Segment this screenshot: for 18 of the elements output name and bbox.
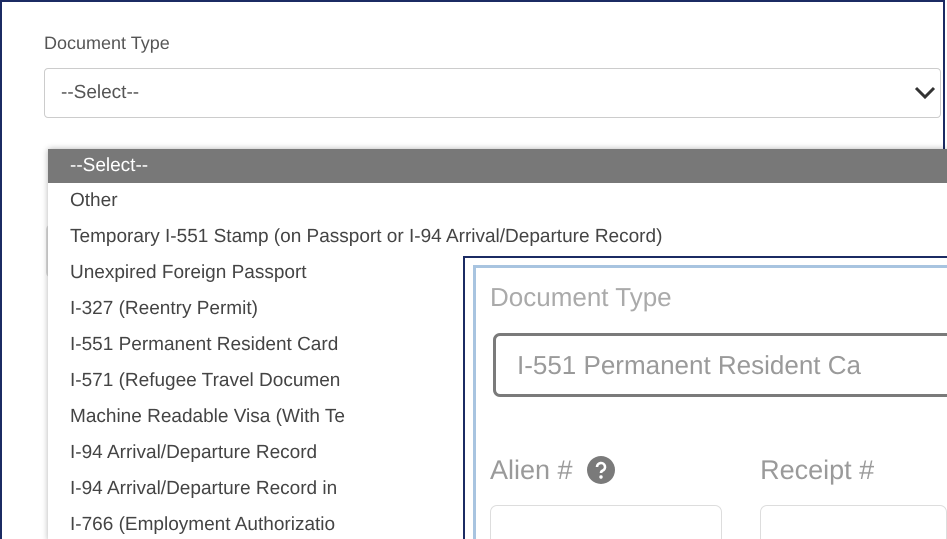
dropdown-option[interactable]: I-94 Arrival/Departure Record in (48, 473, 338, 505)
dropdown-option[interactable]: Other (48, 185, 118, 217)
dropdown-option[interactable]: I-766 (Employment Authorizatio (48, 509, 336, 539)
field-label: Receipt # (760, 454, 874, 486)
chevron-icon (914, 86, 936, 100)
dropdown-option[interactable]: I-327 (Reentry Permit) (48, 293, 258, 325)
dropdown-option[interactable]: Temporary I-551 Stamp (on Passport or I-94 Arrival/Departure Record) (48, 221, 662, 253)
dropdown-option[interactable]: I-94 Arrival/Departure Record (48, 437, 318, 469)
dropdown-option[interactable]: I-571 (Refugee Travel Documen (48, 365, 340, 397)
dropdown-option[interactable]: Unexpired Foreign Passport (48, 257, 307, 289)
dropdown-option[interactable]: Machine Readable Visa (With Te (48, 401, 345, 433)
dropdown-option[interactable]: I-551 Permanent Resident Card (48, 329, 338, 361)
field-label: Document Type (490, 282, 672, 313)
field-label: Document Type (44, 33, 170, 54)
field-label: Alien # (490, 454, 573, 486)
select-field[interactable]: --Select-- (44, 68, 941, 118)
dropdown-option[interactable]: --Select-- (48, 149, 947, 183)
help-icon[interactable] (586, 456, 615, 484)
